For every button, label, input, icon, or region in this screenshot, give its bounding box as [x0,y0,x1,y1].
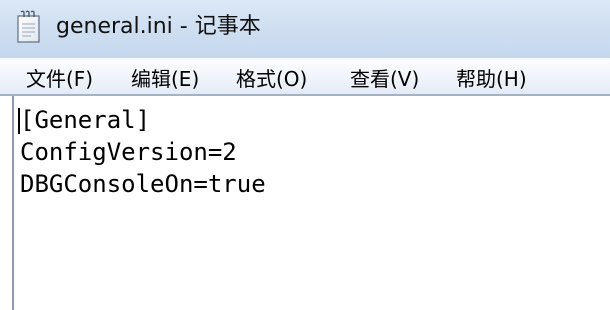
title-bar[interactable]: general.ini - 记事本 [0,0,610,58]
menu-file[interactable]: 文件(F) [26,66,93,92]
menu-view[interactable]: 查看(V) [350,66,419,92]
text-editor-area[interactable]: [General] ConfigVersion=2 DBGConsoleOn=t… [12,96,610,310]
editor-line: DBGConsoleOn=true [20,170,266,198]
notepad-icon [16,10,42,44]
menu-bar: 文件(F) 编辑(E) 格式(O) 查看(V) 帮助(H) [0,58,610,96]
editor-line: [General] [20,106,151,134]
editor-line: ConfigVersion=2 [20,138,237,166]
menu-edit[interactable]: 编辑(E) [131,66,199,92]
window-title: general.ini - 记事本 [56,14,261,39]
notepad-window: general.ini - 记事本 文件(F) 编辑(E) 格式(O) 查看(V… [0,0,610,310]
menu-help[interactable]: 帮助(H) [456,66,527,92]
menu-format[interactable]: 格式(O) [236,66,307,92]
